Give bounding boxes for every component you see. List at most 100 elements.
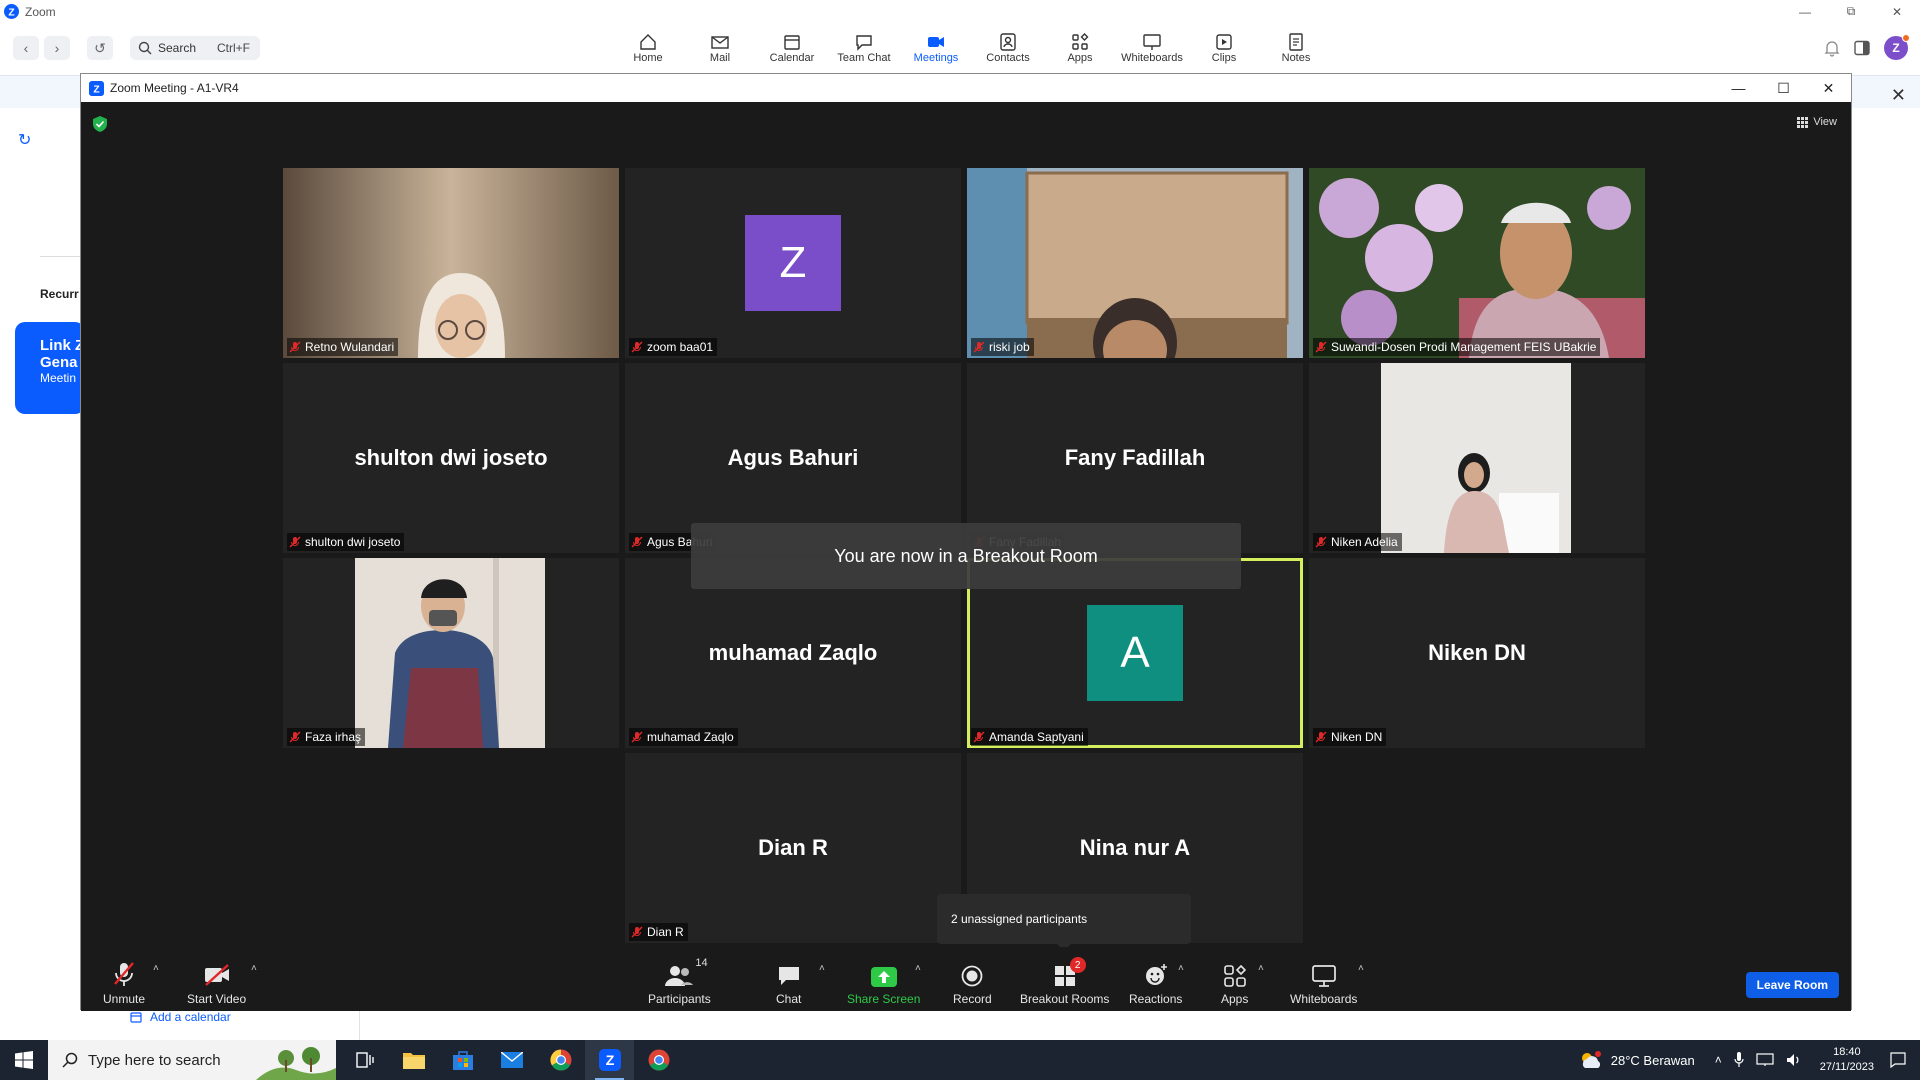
nav-team-chat[interactable]: Team Chat bbox=[828, 32, 900, 64]
chevron-up-icon[interactable]: ˄ bbox=[819, 963, 825, 974]
start-button[interactable] bbox=[0, 1040, 48, 1080]
minimize-icon[interactable]: — bbox=[1716, 74, 1761, 102]
unassigned-tooltip[interactable]: 2 unassigned participants bbox=[937, 894, 1191, 951]
clock[interactable]: 18:40 27/11/2023 bbox=[1820, 1045, 1874, 1075]
leave-room-button[interactable]: Leave Room bbox=[1745, 972, 1839, 998]
meeting-card[interactable]: Link Z Gena Meetin bbox=[15, 322, 85, 414]
calendar-icon bbox=[130, 1012, 142, 1023]
task-view-button[interactable] bbox=[340, 1040, 389, 1080]
sidebar-panel-icon[interactable] bbox=[1854, 40, 1870, 56]
history-button[interactable]: ↺ bbox=[87, 36, 113, 60]
search-highlight-icon bbox=[256, 1040, 336, 1080]
participant-tile[interactable]: Retno Wulandari bbox=[283, 168, 619, 358]
video-icon bbox=[928, 37, 944, 47]
participant-namebar: shulton dwi joseto bbox=[287, 533, 405, 551]
participant-tile[interactable]: Suwandi-Dosen Prodi Management FEIS UBak… bbox=[1309, 168, 1645, 358]
nav-label: Team Chat bbox=[837, 52, 891, 64]
participants-button[interactable]: 14 Participants bbox=[648, 957, 711, 1006]
participant-display-name: Dian R bbox=[758, 835, 828, 860]
unmute-button[interactable]: Unmute bbox=[103, 961, 145, 1006]
share-screen-label: Share Screen bbox=[847, 992, 921, 1006]
nav-home[interactable]: Home bbox=[612, 32, 684, 64]
chrome-secondary-button[interactable] bbox=[634, 1040, 683, 1080]
refresh-icon[interactable]: ↻ bbox=[18, 130, 31, 150]
chevron-up-icon[interactable]: ˄ bbox=[251, 963, 257, 974]
chevron-up-icon[interactable]: ˄ bbox=[153, 963, 159, 974]
shield-icon[interactable] bbox=[93, 116, 107, 132]
taskbar-search-placeholder: Type here to search bbox=[88, 1051, 221, 1069]
whiteboards-button[interactable]: Whiteboards bbox=[1290, 961, 1357, 1006]
chevron-up-icon[interactable]: ˄ bbox=[1178, 963, 1184, 974]
participant-tile[interactable]: riski job bbox=[967, 168, 1303, 358]
maximize-icon[interactable]: ☐ bbox=[1761, 74, 1806, 102]
bell-icon[interactable] bbox=[1824, 39, 1840, 57]
network-icon[interactable] bbox=[1756, 1053, 1774, 1067]
forward-button[interactable]: › bbox=[44, 36, 70, 60]
store-button[interactable] bbox=[438, 1040, 487, 1080]
chat-button[interactable]: Chat bbox=[776, 961, 801, 1006]
file-explorer-button[interactable] bbox=[389, 1040, 438, 1080]
speaker-icon[interactable] bbox=[1786, 1053, 1802, 1067]
chrome-button[interactable] bbox=[536, 1040, 585, 1080]
close-icon[interactable]: ✕ bbox=[1874, 0, 1920, 23]
grid-icon bbox=[1797, 116, 1809, 128]
chat-label: Chat bbox=[776, 992, 802, 1006]
minimize-icon[interactable]: — bbox=[1782, 0, 1828, 23]
restore-icon[interactable]: ⧉ bbox=[1828, 0, 1874, 23]
participant-tile[interactable]: Niken Adelia bbox=[1309, 363, 1645, 553]
participant-name: Niken DN bbox=[1331, 730, 1383, 744]
nav-apps[interactable]: Apps bbox=[1044, 32, 1116, 64]
participant-namebar: riski job bbox=[971, 338, 1034, 356]
participant-tile[interactable]: shulton dwi joseto shulton dwi joseto bbox=[283, 363, 619, 553]
user-avatar[interactable]: Z bbox=[1884, 34, 1910, 60]
chevron-up-icon[interactable]: ˄ bbox=[1258, 963, 1264, 974]
chevron-up-icon[interactable]: ˄ bbox=[1358, 963, 1364, 974]
share-screen-button[interactable]: Share Screen bbox=[847, 961, 920, 1006]
mail-icon bbox=[500, 1052, 523, 1068]
close-icon[interactable]: ✕ bbox=[1806, 74, 1851, 102]
taskbar-apps: Z bbox=[340, 1040, 683, 1080]
participant-name: Faza irhaş bbox=[305, 730, 362, 744]
app-toolbar: ‹ › ↺ Search Ctrl+F Home Mail Calendar Team… bbox=[0, 23, 1920, 75]
mic-muted-icon bbox=[631, 536, 643, 548]
meeting-titlebar: Z Zoom Meeting - A1-VR4 — ☐ ✕ bbox=[81, 74, 1851, 102]
participant-tile[interactable]: Faza irhaş bbox=[283, 558, 619, 748]
nav-notes[interactable]: Notes bbox=[1260, 32, 1332, 64]
weather-widget[interactable]: 28°C Berawan bbox=[1579, 1050, 1695, 1070]
participant-avatar: A bbox=[1087, 605, 1183, 701]
apps-button[interactable]: Apps bbox=[1221, 961, 1248, 1006]
start-video-button[interactable]: Start Video bbox=[187, 961, 246, 1006]
view-button[interactable]: View bbox=[1797, 116, 1837, 128]
participant-namebar: Faza irhaş bbox=[287, 728, 366, 746]
weather-text: 28°C Berawan bbox=[1610, 1052, 1695, 1068]
breakout-rooms-button[interactable]: 2 Breakout Rooms bbox=[1020, 957, 1109, 1006]
record-button[interactable]: Record bbox=[953, 961, 992, 1006]
chevron-up-icon[interactable]: ˄ bbox=[1715, 1053, 1722, 1067]
nav-clips[interactable]: Clips bbox=[1188, 32, 1260, 64]
mic-muted-icon bbox=[114, 962, 134, 986]
reactions-button[interactable]: Reactions bbox=[1129, 961, 1182, 1006]
participant-tile[interactable]: Niken DN Niken DN bbox=[1309, 558, 1645, 748]
search-input[interactable]: Search Ctrl+F bbox=[130, 36, 260, 60]
main-nav: Home Mail Calendar Team Chat Meetings Contact… bbox=[612, 32, 1332, 64]
add-calendar-link[interactable]: Add a calendar bbox=[130, 1010, 231, 1024]
nav-meetings[interactable]: Meetings bbox=[900, 32, 972, 64]
meeting-toolbar: Unmute ˄ Start Video ˄ 14 Participants C… bbox=[81, 947, 1851, 1011]
nav-calendar[interactable]: Calendar bbox=[756, 32, 828, 64]
nav-contacts[interactable]: Contacts bbox=[972, 32, 1044, 64]
band-close-icon[interactable]: ✕ bbox=[1891, 85, 1906, 106]
back-button[interactable]: ‹ bbox=[13, 36, 39, 60]
participant-tile[interactable]: Dian R Dian R bbox=[625, 753, 961, 943]
nav-mail[interactable]: Mail bbox=[684, 32, 756, 64]
participant-tile[interactable]: Zzoom baa01 bbox=[625, 168, 961, 358]
microphone-icon[interactable] bbox=[1734, 1052, 1744, 1068]
status-dot bbox=[1902, 34, 1910, 42]
chevron-up-icon[interactable]: ˄ bbox=[915, 963, 921, 974]
zoom-taskbar-button[interactable]: Z bbox=[585, 1040, 634, 1080]
notification-icon[interactable] bbox=[1890, 1052, 1906, 1068]
nav-whiteboards[interactable]: Whiteboards bbox=[1116, 32, 1188, 64]
taskbar-search[interactable]: Type here to search bbox=[48, 1040, 336, 1080]
chevron-right-icon: › bbox=[54, 40, 60, 56]
participant-namebar: Dian R bbox=[629, 923, 688, 941]
mail-button[interactable] bbox=[487, 1040, 536, 1080]
